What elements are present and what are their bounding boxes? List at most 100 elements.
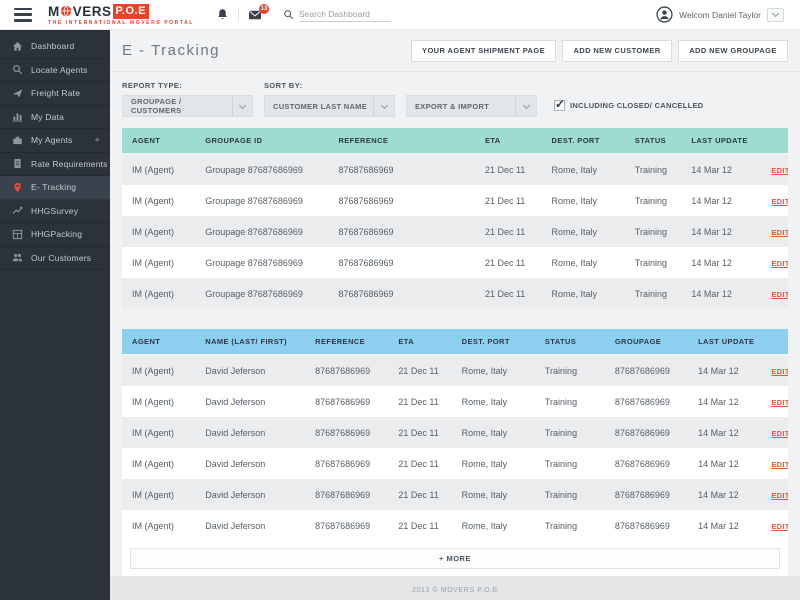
table-row: IM (Agent)Groupage 876876869698768768696… [122,278,788,309]
table-cell: Rome, Italy [452,386,535,417]
column-header [761,329,788,355]
sidebar-item-rate-requirements[interactable]: Rate Requirements [0,153,110,177]
including-closed-checkbox[interactable] [554,100,565,111]
table-cell: Training [625,278,682,309]
table-cell: Rome, Italy [542,185,625,216]
table-cell: 87687686969 [605,417,688,448]
expand-plus-icon[interactable]: + [95,135,110,145]
table-cell: 21 Dec 11 [388,510,451,541]
edit-link[interactable]: EDIT [771,228,788,237]
column-header: DEST. PORT [452,329,535,355]
table-cell: Groupage 87687686969 [195,154,328,185]
edit-link[interactable]: EDIT [771,429,788,438]
column-header: ETA [475,128,542,154]
table-row: IM (Agent)Groupage 876876869698768768696… [122,247,788,278]
table-cell: IM (Agent) [122,216,195,247]
edit-link[interactable]: EDIT [771,491,788,500]
report-type-value: GROUPAGE / CUSTOMERS [131,97,232,115]
table-cell[interactable]: EDIT [761,185,788,216]
table-cell: Training [535,386,605,417]
edit-link[interactable]: EDIT [771,166,788,175]
table-cell[interactable]: EDIT [761,448,788,479]
sidebar-item-my-agents[interactable]: My Agents + [0,129,110,153]
table-cell: David Jeferson [195,448,305,479]
table-cell: IM (Agent) [122,448,195,479]
edit-link[interactable]: EDIT [771,367,788,376]
table-cell: 87687686969 [328,185,475,216]
your-agent-shipment-page-button[interactable]: YOUR AGENT SHIPMENT PAGE [411,40,556,62]
edit-link[interactable]: EDIT [771,197,788,206]
sidebar-item-dashboard[interactable]: Dashboard [0,35,110,59]
table-cell: 87687686969 [305,448,388,479]
table-cell[interactable]: EDIT [761,278,788,309]
sort-by-value: CUSTOMER LAST NAME [273,102,367,111]
logo-text-vers: VERS [73,4,112,19]
sidebar-item-label: Dashboard [31,41,74,51]
chevron-down-icon [772,10,779,17]
filter-bar: REPORT TYPE: GROUPAGE / CUSTOMERS SORT B… [110,72,800,128]
report-type-label: REPORT TYPE: [122,81,253,90]
table-cell[interactable]: EDIT [761,417,788,448]
edit-link[interactable]: EDIT [771,290,788,299]
sidebar-item-locate-agents[interactable]: Locate Agents [0,59,110,83]
bell-icon[interactable] [216,8,229,21]
avatar-icon[interactable] [656,6,673,23]
table-cell: 21 Dec 11 [388,448,451,479]
table-cell[interactable]: EDIT [761,216,788,247]
table-cell[interactable]: EDIT [761,355,788,386]
map-pin-icon [12,182,23,193]
table-cell[interactable]: EDIT [761,510,788,541]
sidebar-item-our-customers[interactable]: Our Customers [0,247,110,271]
table-cell[interactable]: EDIT [761,154,788,185]
table-cell: Training [535,417,605,448]
sidebar-item-label: Freight Rate [31,88,80,98]
messages-icon[interactable]: 13 [248,9,262,21]
table-cell: 87687686969 [328,216,475,247]
sidebar-item-label: E- Tracking [31,182,76,192]
load-more-button[interactable]: + MORE [130,548,780,569]
table-cell: Rome, Italy [452,479,535,510]
table-cell: 87687686969 [605,386,688,417]
table-cell: 14 Mar 12 [688,355,761,386]
search-input[interactable] [299,7,391,22]
sidebar-item-my-data[interactable]: My Data [0,106,110,130]
user-menu-button[interactable] [767,8,784,22]
table-cell: 87687686969 [605,479,688,510]
sidebar-item-hhgpacking[interactable]: HHGPacking [0,223,110,247]
user-welcome-text: Welcom Daniel Taylor [679,10,761,20]
edit-link[interactable]: EDIT [771,398,788,407]
table-cell: 87687686969 [605,448,688,479]
hamburger-menu-icon[interactable] [14,8,32,22]
edit-link[interactable]: EDIT [771,460,788,469]
add-new-groupage-button[interactable]: ADD NEW GROUPAGE [678,40,788,62]
globe-icon [60,5,72,17]
table-cell: Rome, Italy [452,355,535,386]
sidebar-item-hhgsurvey[interactable]: HHGSurvey [0,200,110,224]
table-cell: Rome, Italy [542,278,625,309]
edit-link[interactable]: EDIT [771,259,788,268]
sort-by-dropdown[interactable]: CUSTOMER LAST NAME [264,95,395,117]
table-cell: Training [625,247,682,278]
table-cell[interactable]: EDIT [761,247,788,278]
column-header: ETA [388,329,451,355]
add-new-customer-button[interactable]: ADD NEW CUSTOMER [562,40,672,62]
table-cell: Rome, Italy [542,216,625,247]
table-cell[interactable]: EDIT [761,479,788,510]
sidebar-item-freight-rate[interactable]: Freight Rate [0,82,110,106]
including-closed-label: INCLUDING CLOSED/ CANCELLED [570,101,704,110]
table-cell: 87687686969 [328,154,475,185]
column-header [761,128,788,154]
table-cell: 87687686969 [605,510,688,541]
sidebar-item-e-tracking[interactable]: E- Tracking [0,176,110,200]
table-row: IM (Agent)David Jeferson8768768696921 De… [122,386,788,417]
people-icon [12,252,23,263]
export-import-dropdown[interactable]: EXPORT & IMPORT [406,95,537,117]
edit-link[interactable]: EDIT [771,522,788,531]
report-type-dropdown[interactable]: GROUPAGE / CUSTOMERS [122,95,253,117]
table-cell: IM (Agent) [122,185,195,216]
table-row: IM (Agent)Groupage 876876869698768768696… [122,185,788,216]
copyright-text: 2013 © MOVERS P.O.E [412,587,498,594]
table-cell[interactable]: EDIT [761,386,788,417]
table-cell: Training [625,154,682,185]
table-cell: 87687686969 [305,355,388,386]
